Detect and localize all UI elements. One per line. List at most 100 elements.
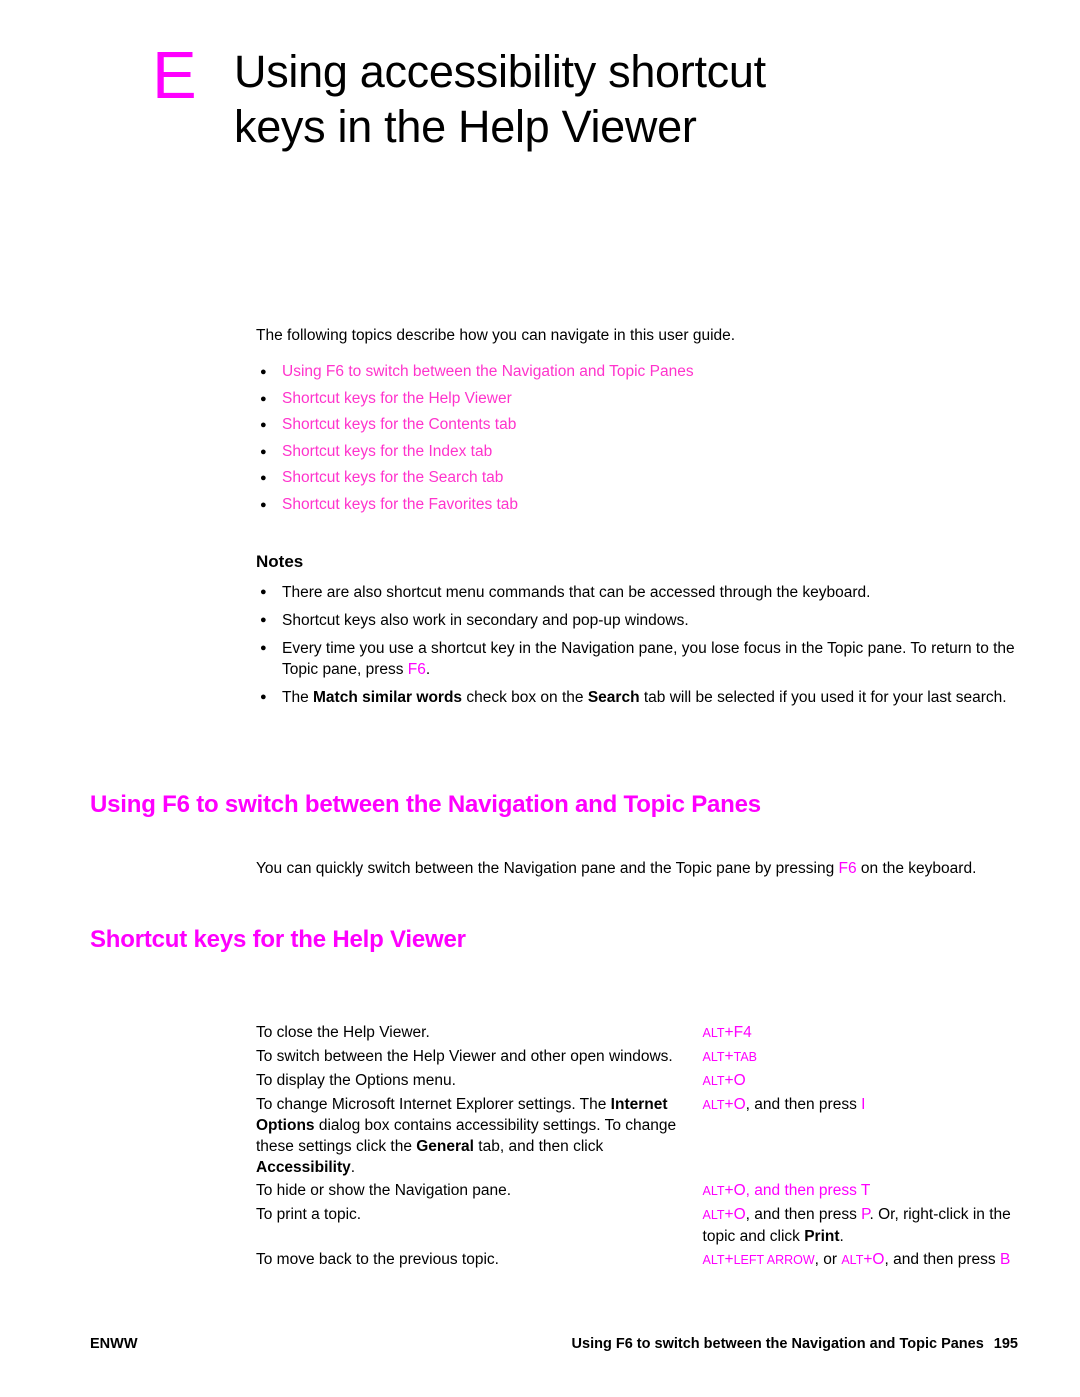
table-row: To change Microsoft Internet Explorer se… [256, 1094, 1016, 1180]
footer-left: ENWW [90, 1336, 138, 1352]
topic-link[interactable]: Shortcut keys for the Contents tab [282, 415, 516, 435]
list-item: ● Shortcut keys also work in secondary a… [256, 610, 1016, 631]
desc-part1: To change Microsoft Internet Explorer se… [256, 1096, 611, 1113]
list-item[interactable]: ● Shortcut keys for the Index tab [256, 442, 1016, 462]
key-o: O [733, 1096, 746, 1113]
paragraph-part2: on the keyboard. [856, 860, 977, 877]
key-f6: F6 [407, 661, 426, 678]
key-value: F4 [733, 1024, 752, 1041]
key-b: B [999, 1251, 1011, 1268]
note-text-part2: check box on the [462, 689, 588, 706]
topic-link[interactable]: Shortcut keys for the Search tab [282, 468, 503, 488]
note-text: The Match similar words check box on the… [282, 687, 1007, 708]
note-text: Every time you use a shortcut key in the… [282, 638, 1016, 680]
table-cell-description: To switch between the Help Viewer and ot… [256, 1048, 673, 1065]
note-bold-search: Search [587, 689, 640, 706]
topic-link[interactable]: Shortcut keys for the Help Viewer [282, 389, 512, 409]
table-cell-keys: ALT+F4 [703, 1022, 1016, 1046]
chapter-title-line2: keys in the Help Viewer [234, 101, 697, 152]
intro-paragraph: The following topics describe how you ca… [256, 327, 736, 344]
key-o: O [872, 1251, 885, 1268]
keys-mid-text: , and then press [745, 1096, 862, 1113]
note-text-part1: The [282, 689, 314, 706]
chapter-heading: E Using accessibility shortcut keys in t… [152, 38, 1032, 154]
table-cell-keys: ALT+O [703, 1070, 1016, 1094]
chapter-letter: E [152, 38, 197, 113]
keys-mid-text: , and then press [884, 1251, 1000, 1268]
desc-part4: . [350, 1159, 356, 1176]
key-plus: + [724, 1182, 734, 1199]
table-row: To display the Options menu. ALT+O [256, 1070, 1016, 1094]
note-text-part3: tab will be selected if you used it for … [639, 689, 1007, 706]
document-page: E Using accessibility shortcut keys in t… [0, 0, 1080, 1397]
keys-or-text: , or [814, 1251, 842, 1268]
bullet-icon: ● [260, 366, 267, 378]
list-item[interactable]: ● Shortcut keys for the Help Viewer [256, 389, 1016, 409]
table-cell-description: To display the Options menu. [256, 1072, 456, 1089]
bullet-icon: ● [260, 472, 267, 484]
table-cell-description: To change Microsoft Internet Explorer se… [256, 1094, 703, 1180]
key-f6: F6 [838, 860, 857, 877]
key-value: TAB [733, 1050, 757, 1064]
note-text-part2: . [425, 661, 431, 678]
table-cell-description: To hide or show the Navigation pane. [256, 1182, 512, 1199]
table-row: To print a topic. ALT+O, and then press … [256, 1204, 1016, 1249]
topic-link[interactable]: Shortcut keys for the Favorites tab [282, 495, 518, 515]
section-paragraph-using-f6: You can quickly switch between the Navig… [256, 858, 1016, 879]
table-cell-description: To close the Help Viewer. [256, 1024, 430, 1041]
keys-end-text: . [839, 1228, 844, 1245]
topic-link[interactable]: Using F6 to switch between the Navigatio… [282, 362, 694, 382]
key-alt: ALT [841, 1253, 864, 1267]
table-row: To close the Help Viewer. ALT+F4 [256, 1022, 1016, 1046]
table-row: To switch between the Help Viewer and ot… [256, 1046, 1016, 1070]
keys-mid-text: , and then press [745, 1206, 862, 1223]
key-value: O, and then press T [733, 1182, 871, 1199]
key-alt: ALT [702, 1253, 725, 1267]
key-plus: + [724, 1072, 734, 1089]
list-item[interactable]: ● Using F6 to switch between the Navigat… [256, 362, 1016, 382]
footer-right: Using F6 to switch between the Navigatio… [572, 1336, 1018, 1352]
desc-bold-general: General [416, 1138, 474, 1155]
table-cell-description: To print a topic. [256, 1206, 362, 1223]
key-alt: ALT [702, 1208, 725, 1222]
notes-list: ● There are also shortcut menu commands … [256, 582, 1016, 715]
key-i: I [861, 1096, 866, 1113]
key-o: O [733, 1206, 746, 1223]
paragraph-part1: You can quickly switch between the Navig… [256, 860, 839, 877]
page-number: 195 [993, 1336, 1018, 1352]
key-plus: + [724, 1024, 734, 1041]
list-item: ● Every time you use a shortcut key in t… [256, 638, 1016, 680]
table-row: To hide or show the Navigation pane. ALT… [256, 1180, 1016, 1204]
table-cell-keys: ALT+O, and then press P. Or, right-click… [703, 1204, 1016, 1249]
list-item: ● The Match similar words check box on t… [256, 687, 1016, 708]
note-text: There are also shortcut menu commands th… [282, 584, 871, 601]
bullet-icon: ● [260, 419, 267, 431]
topic-link[interactable]: Shortcut keys for the Index tab [282, 442, 492, 462]
note-bold-match-similar-words: Match similar words [313, 689, 463, 706]
bullet-icon: ● [260, 691, 267, 703]
topic-link-list: ● Using F6 to switch between the Navigat… [256, 362, 1016, 521]
key-left-arrow: LEFT ARROW [733, 1253, 815, 1267]
table-cell-keys: ALT+LEFT ARROW, or ALT+O, and then press… [703, 1249, 1016, 1273]
note-text-part1: Every time you use a shortcut key in the… [282, 640, 1015, 678]
table-cell-description: To move back to the previous topic. [256, 1251, 499, 1268]
list-item[interactable]: ● Shortcut keys for the Favorites tab [256, 495, 1016, 515]
table-cell-keys: ALT+O, and then press I [703, 1094, 1016, 1180]
desc-part3: tab, and then click [473, 1138, 604, 1155]
list-item[interactable]: ● Shortcut keys for the Contents tab [256, 415, 1016, 435]
key-plus: + [724, 1251, 734, 1268]
keys-bold-print: Print [804, 1228, 840, 1245]
table-row: To move back to the previous topic. ALT+… [256, 1249, 1016, 1273]
section-heading-using-f6: Using F6 to switch between the Navigatio… [90, 791, 761, 818]
notes-heading: Notes [256, 552, 304, 571]
table-cell-keys: ALT+O, and then press T [703, 1180, 1016, 1204]
key-alt: ALT [702, 1050, 725, 1064]
list-item: ● There are also shortcut menu commands … [256, 582, 1016, 603]
key-alt: ALT [702, 1184, 725, 1198]
key-alt: ALT [702, 1098, 725, 1112]
bullet-icon: ● [260, 642, 267, 654]
table-cell-keys: ALT+TAB [703, 1046, 1016, 1070]
list-item[interactable]: ● Shortcut keys for the Search tab [256, 468, 1016, 488]
key-plus: + [724, 1096, 734, 1113]
bullet-icon: ● [260, 586, 267, 598]
